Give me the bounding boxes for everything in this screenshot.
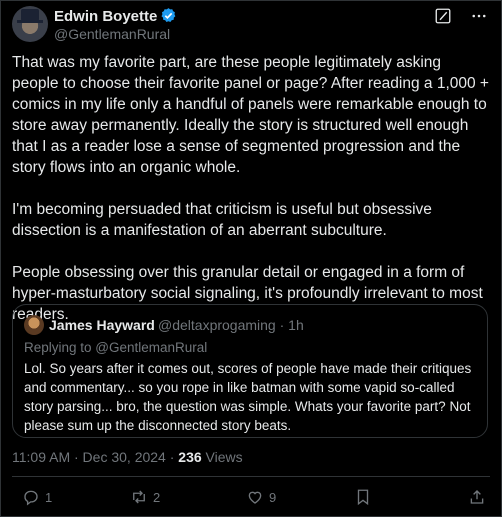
quoted-author-name: James Hayward: [49, 317, 155, 333]
author-handle[interactable]: @GentlemanRural: [54, 26, 170, 42]
quoted-text: Lol. So years after it comes out, scores…: [24, 361, 472, 433]
post-paragraph: That was my favorite part, are these peo…: [12, 54, 489, 176]
post-text: That was my favorite part, are these peo…: [12, 52, 490, 346]
action-bar: 1 2 9: [12, 488, 490, 510]
post-timestamp[interactable]: 11:09 AM · Dec 30, 2024 ·: [12, 449, 178, 465]
avatar[interactable]: [12, 6, 48, 42]
quoted-author-handle-time: @deltaxprogaming · 1h: [158, 317, 304, 333]
views-count: 236: [178, 449, 202, 465]
grok-icon[interactable]: [434, 7, 452, 25]
bookmark-button[interactable]: [354, 488, 372, 506]
heart-icon: [248, 491, 262, 504]
views-label: Views: [201, 449, 243, 465]
post-paragraph: I'm becoming persuaded that criticism is…: [12, 201, 432, 239]
quoted-replying-to: Replying to @GentlemanRural: [24, 340, 208, 355]
share-button[interactable]: [468, 488, 486, 506]
like-button[interactable]: 9: [246, 488, 276, 506]
header-actions: [434, 7, 488, 25]
repost-icon: [133, 490, 145, 504]
more-icon[interactable]: [470, 7, 488, 25]
divider: [12, 476, 490, 477]
repost-button[interactable]: 2: [130, 488, 160, 506]
post-meta: 11:09 AM · Dec 30, 2024 · 236 Views: [12, 449, 243, 465]
reply-button[interactable]: 1: [22, 488, 52, 506]
reply-count: 1: [45, 489, 53, 505]
reply-icon: [24, 490, 38, 506]
bookmark-icon: [357, 489, 369, 506]
author-name-text[interactable]: Edwin Boyette: [54, 8, 157, 25]
repost-count: 2: [153, 489, 161, 505]
quoted-post[interactable]: James Hayward @deltaxprogaming · 1h Repl…: [12, 304, 488, 438]
like-count: 9: [269, 489, 277, 505]
share-icon: [470, 490, 484, 504]
verified-badge-icon: [161, 8, 176, 23]
author-name[interactable]: Edwin Boyette: [54, 7, 177, 25]
quoted-avatar: [24, 315, 44, 335]
